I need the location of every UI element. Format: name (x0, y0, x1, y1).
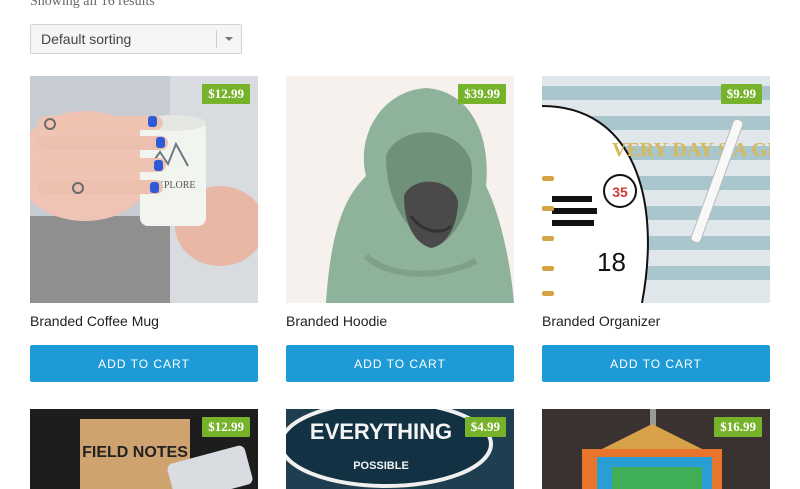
chevron-down-icon (217, 36, 241, 42)
price-badge: $4.99 (464, 417, 506, 437)
organizer-words: VERY DAY S A GIFT (612, 139, 770, 161)
product-card: FIELD NOTES $12.99 (30, 409, 258, 489)
product-image[interactable]: $39.99 (286, 76, 514, 303)
price-badge: $9.99 (720, 84, 762, 104)
product-image[interactable]: EXPLORE $12.99 (30, 76, 258, 303)
notebook-text: FIELD NOTES (82, 444, 188, 461)
product-image[interactable]: $16.99 (542, 409, 770, 489)
product-card: $39.99 Branded Hoodie ADD TO CART (286, 76, 514, 382)
product-title[interactable]: Branded Organizer (542, 313, 770, 333)
sort-dropdown-label: Default sorting (41, 31, 132, 47)
add-to-cart-button[interactable]: ADD TO CART (542, 345, 770, 382)
product-card: 35 18 VERY DAY S A GIFT $9.99 Branded Or… (542, 76, 770, 382)
product-image[interactable]: 35 18 VERY DAY S A GIFT $9.99 (542, 76, 770, 303)
product-card: EXPLORE $12.99 Branded Coffee Mug ADD TO… (30, 76, 258, 382)
price-badge: $39.99 (458, 84, 506, 104)
price-badge: $12.99 (202, 84, 250, 104)
price-badge: $16.99 (714, 417, 762, 437)
product-card: EVERYTHING POSSIBLE $4.99 (286, 409, 514, 489)
price-badge: $12.99 (202, 417, 250, 437)
sticker-bottom-text: POSSIBLE (353, 460, 409, 472)
product-title[interactable]: Branded Coffee Mug (30, 313, 258, 333)
sticker-top-text: EVERYTHING (310, 419, 452, 444)
results-count: Showing all 16 results (30, 0, 155, 9)
product-card: $16.99 (542, 409, 770, 489)
sort-dropdown[interactable]: Default sorting (30, 24, 242, 54)
product-image[interactable]: EVERYTHING POSSIBLE $4.99 (286, 409, 514, 489)
organizer-page-number: 18 (597, 247, 626, 277)
add-to-cart-button[interactable]: ADD TO CART (286, 345, 514, 382)
add-to-cart-button[interactable]: ADD TO CART (30, 345, 258, 382)
svg-text:35: 35 (612, 184, 628, 200)
product-image[interactable]: FIELD NOTES $12.99 (30, 409, 258, 489)
product-title[interactable]: Branded Hoodie (286, 313, 514, 333)
